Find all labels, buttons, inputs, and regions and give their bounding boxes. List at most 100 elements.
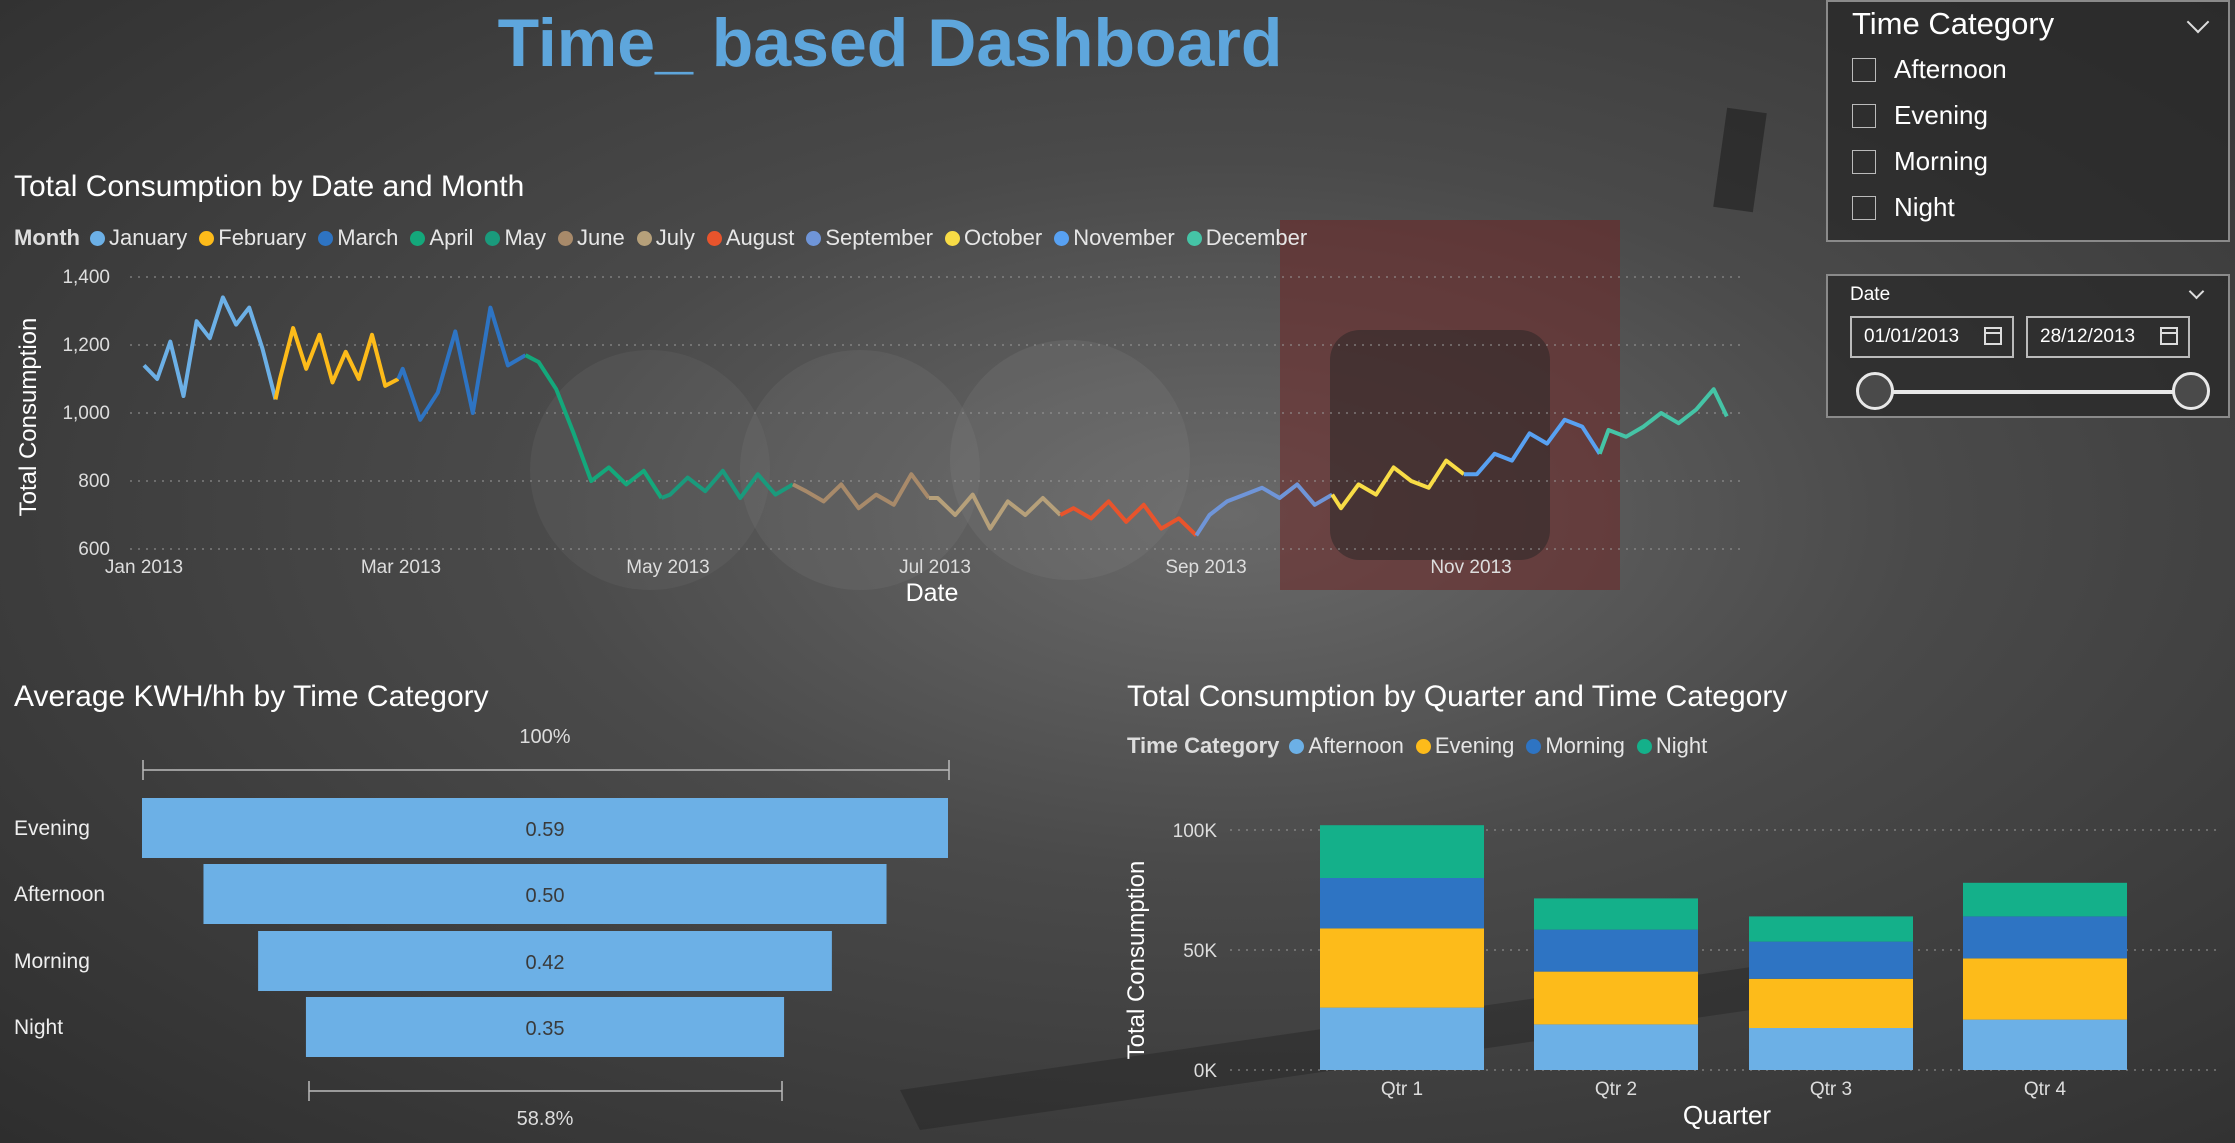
bar-segment-morning [1963, 916, 2127, 959]
calendar-icon[interactable] [2160, 327, 2178, 345]
y-tick-label: 100K [1173, 821, 1218, 842]
series-line-march [396, 305, 527, 422]
funnel-value-label: 0.50 [526, 885, 565, 907]
series-line-july [928, 492, 1062, 531]
chevron-down-icon[interactable] [2186, 10, 2210, 34]
legend-item[interactable]: July [636, 225, 695, 251]
legend-label: June [577, 225, 625, 250]
checkbox[interactable] [1852, 103, 1876, 128]
series-line-april [524, 353, 664, 500]
range-end-handle[interactable] [2172, 372, 2210, 410]
bar-segment-night [1749, 916, 1913, 942]
legend-label: February [218, 225, 307, 250]
bar-segment-morning [1534, 929, 1698, 972]
bar-segment-evening [1534, 971, 1698, 1025]
legend-item[interactable]: Afternoon [1289, 733, 1404, 759]
legend-item[interactable]: February [199, 225, 306, 251]
legend-label: April [429, 225, 474, 250]
legend-marker [1636, 738, 1652, 754]
stacked-chart-legend: Time Category Afternoon Evening Morning Nig… [1127, 733, 1719, 759]
legend-item[interactable]: March [318, 225, 398, 251]
bar-segment-night [1534, 898, 1698, 930]
y-tick-label: 50K [1183, 941, 1217, 962]
start-date-input[interactable]: 01/01/2013 [1850, 316, 2014, 358]
stacked-chart-y-ticks: 100K 50K 0K [1173, 821, 1218, 1082]
checkbox[interactable] [1852, 195, 1876, 220]
calendar-icon[interactable] [1984, 327, 2002, 345]
funnel-value-label: 0.59 [526, 819, 565, 841]
series-line-may [660, 468, 794, 500]
legend-item[interactable]: September [806, 225, 933, 251]
checkbox[interactable] [1852, 57, 1876, 82]
funnel-value-label: 0.42 [526, 952, 565, 974]
slicer-option-afternoon[interactable]: Afternoon [1852, 54, 2007, 85]
legend-label: Night [1655, 733, 1708, 758]
slicer-option-label: Night [1894, 192, 1955, 222]
y-tick-label: 800 [78, 471, 110, 492]
funnel-bars: 0.59 Evening 0.50 Afternoon 0.42 Morning 0.35 N… [14, 798, 948, 1057]
legend-label: August [725, 225, 795, 250]
x-tick-label: Jan 2013 [105, 557, 183, 578]
legend-label: September [825, 225, 933, 250]
slicer-option-night[interactable]: Night [1852, 192, 1955, 223]
legend-label: Evening [1434, 733, 1515, 758]
legend-item[interactable]: Evening [1415, 733, 1515, 759]
legend-item[interactable]: Night [1636, 733, 1708, 759]
slicer-title: Time Category [1852, 6, 2055, 41]
chevron-down-icon[interactable] [2188, 283, 2205, 300]
date-range-track[interactable] [1876, 390, 2191, 394]
funnel-category-label: Morning [14, 950, 90, 973]
funnel-title: Average KWH/hh by Time Category [14, 680, 489, 713]
legend-marker [1054, 230, 1070, 246]
stacked-chart-title: Total Consumption by Quarter and Time Ca… [1127, 680, 1788, 713]
legend-item[interactable]: Morning [1526, 733, 1625, 759]
slicer-option-morning[interactable]: Morning [1852, 146, 1988, 177]
series-line-june [791, 472, 931, 511]
bar-segment-evening [1320, 928, 1484, 1008]
checkbox[interactable] [1852, 149, 1876, 174]
bar-segment-night [1963, 882, 2127, 917]
slicer-option-label: Morning [1894, 146, 1988, 176]
x-tick-label: Qtr 3 [1810, 1079, 1852, 1100]
date-slicer: Date 01/01/2013 28/12/2013 [1826, 274, 2230, 418]
legend-items: Afternoon Evening Morning Night [1289, 733, 1719, 759]
legend-item[interactable]: January [89, 225, 187, 251]
time-category-slicer: Time Category Afternoon Evening Morning … [1826, 0, 2230, 242]
legend-label: May [504, 225, 546, 250]
end-date-value: 28/12/2013 [2040, 326, 2136, 347]
range-start-handle[interactable] [1856, 372, 1894, 410]
legend-item[interactable]: August [706, 225, 795, 251]
x-axis-title: Quarter [1683, 1100, 1771, 1130]
legend-label: November [1073, 225, 1175, 250]
legend-item[interactable]: November [1054, 225, 1175, 251]
funnel-top-bracket [142, 760, 950, 780]
bar-segment-night [1320, 825, 1484, 878]
slicer-option-label: Evening [1894, 100, 1988, 130]
dashboard-title: Time_ based Dashboard [497, 5, 1283, 81]
legend-item[interactable]: April [410, 225, 473, 251]
y-axis-title: Total Consumption [1123, 861, 1150, 1060]
slicer-option-evening[interactable]: Evening [1852, 100, 1988, 131]
bar-segment-morning [1320, 878, 1484, 929]
legend-item[interactable]: December [1186, 225, 1307, 251]
end-date-input[interactable]: 28/12/2013 [2026, 316, 2190, 358]
legend-title: Month [14, 225, 80, 250]
slicer-option-label: Afternoon [1894, 54, 2007, 84]
slicer-title: Date [1850, 284, 1891, 305]
series-line-november [1463, 417, 1602, 477]
legend-item[interactable]: May [485, 225, 546, 251]
funnel-category-label: Night [14, 1016, 63, 1039]
funnel-category-label: Afternoon [14, 883, 105, 906]
line-chart: 1,400 1,200 1,000 800 600 Jan 2013 Mar 2… [15, 267, 1740, 607]
line-chart-y-ticks: 1,400 1,200 1,000 800 600 [62, 267, 110, 560]
legend-marker [1289, 738, 1305, 754]
series-line-october [1330, 458, 1466, 511]
y-tick-label: 1,200 [62, 335, 110, 356]
bar-segment-evening [1963, 958, 2127, 1020]
legend-item[interactable]: October [944, 225, 1042, 251]
line-chart-title: Total Consumption by Date and Month [14, 170, 525, 203]
legend-marker [485, 230, 501, 246]
legend-item[interactable]: June [558, 225, 625, 251]
x-tick-label: May 2013 [626, 557, 709, 578]
series-line-august [1059, 499, 1198, 537]
